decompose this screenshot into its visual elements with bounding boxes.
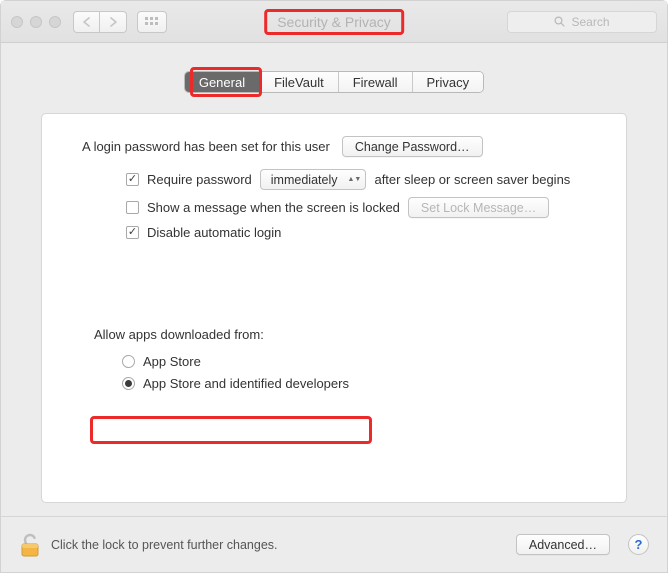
allow-app-store-label: App Store [143,354,201,369]
set-lock-message-button: Set Lock Message… [408,197,549,218]
lock-text: Click the lock to prevent further change… [51,538,278,552]
tabbar: General FileVault Firewall Privacy [184,71,484,93]
tabs-container: General FileVault Firewall Privacy [21,71,647,93]
lock-icon[interactable] [19,532,41,558]
allow-identified-developers-radio[interactable] [122,377,135,390]
change-password-button[interactable]: Change Password… [342,136,483,157]
window-title: Security & Privacy [277,14,391,30]
forward-button[interactable] [100,11,127,33]
minimize-window-button[interactable] [30,16,42,28]
require-password-delay-value: immediately [271,173,338,187]
allow-identified-developers-label: App Store and identified developers [143,376,349,391]
show-message-label: Show a message when the screen is locked [147,200,400,215]
require-password-after-text: after sleep or screen saver begins [374,172,570,187]
content-area: General FileVault Firewall Privacy A log… [1,43,667,516]
search-icon [554,16,565,27]
preferences-window: Security & Privacy Search General FileVa… [0,0,668,573]
titlebar: Security & Privacy Search [1,1,667,43]
require-password-delay-select[interactable]: immediately ▲▼ [260,169,367,190]
footer: Click the lock to prevent further change… [1,516,667,572]
require-password-label: Require password [147,172,252,187]
tab-privacy[interactable]: Privacy [413,72,484,92]
advanced-button[interactable]: Advanced… [516,534,610,555]
require-password-checkbox[interactable] [126,173,139,186]
back-button[interactable] [73,11,100,33]
search-field[interactable]: Search [507,11,657,33]
close-window-button[interactable] [11,16,23,28]
general-pane: A login password has been set for this u… [41,113,627,503]
disable-auto-login-checkbox[interactable] [126,226,139,239]
window-controls [11,16,61,28]
show-all-button[interactable] [137,11,167,33]
show-message-checkbox[interactable] [126,201,139,214]
zoom-window-button[interactable] [49,16,61,28]
tab-firewall[interactable]: Firewall [339,72,413,92]
stepper-icon: ▲▼ [347,177,359,182]
help-button[interactable]: ? [628,534,649,555]
login-password-set-text: A login password has been set for this u… [82,139,330,154]
tab-general[interactable]: General [185,72,260,92]
search-placeholder: Search [571,15,609,29]
disable-auto-login-label: Disable automatic login [147,225,281,240]
tab-filevault[interactable]: FileVault [260,72,339,92]
nav-back-forward [73,11,127,33]
allow-app-store-radio[interactable] [122,355,135,368]
window-title-highlight: Security & Privacy [264,9,404,35]
allow-identified-developers-highlight [90,416,372,444]
allow-apps-label: Allow apps downloaded from: [66,327,602,342]
